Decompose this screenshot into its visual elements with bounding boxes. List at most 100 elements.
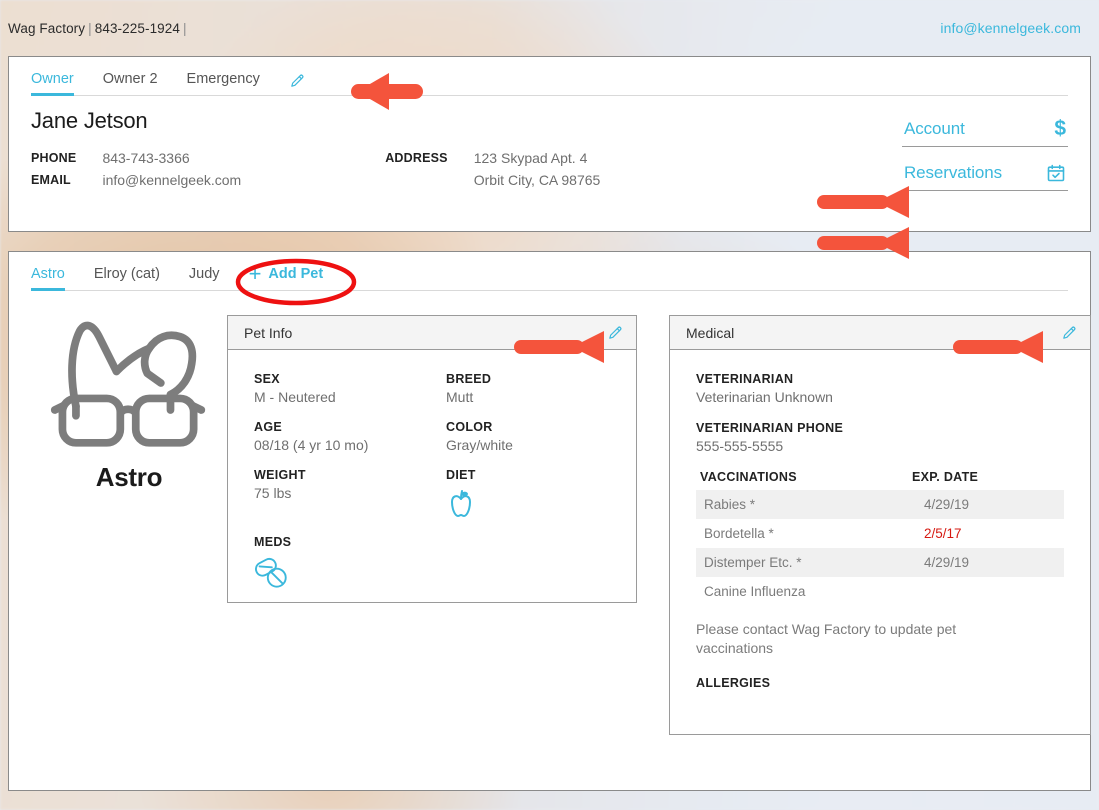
vet-phone-value: 555-555-5555 — [696, 438, 784, 454]
vaccination-name: Rabies * — [696, 490, 916, 519]
add-pet-label: Add Pet — [268, 266, 324, 282]
tab-owner[interactable]: Owner — [31, 71, 74, 96]
pet-info-age: AGE 08/18 (4 yr 10 mo) — [254, 420, 446, 453]
breed-label: BREED — [446, 372, 492, 386]
pet-tabstrip: Astro Elroy (cat) Judy + Add Pet — [9, 252, 1090, 291]
table-row: Distemper Etc. * 4/29/19 — [696, 548, 1064, 577]
pet-avatar-column: Astro — [31, 315, 227, 735]
color-value: Gray/white — [446, 437, 513, 453]
exp-date-label: EXP. DATE — [912, 470, 979, 484]
veterinarian-label: VETERINARIAN — [696, 372, 794, 386]
address-line-1: 123 Skypad Apt. 4 — [473, 150, 588, 166]
pet-info-weight: WEIGHT 75 lbs — [254, 468, 446, 520]
meds-label: MEDS — [254, 535, 292, 549]
owner-address-values: 123 Skypad Apt. 4 Orbit City, CA 98765 — [474, 147, 601, 191]
tab-pet-elroy[interactable]: Elroy (cat) — [94, 266, 160, 291]
pet-info-diet: DIET — [446, 468, 610, 520]
address-line-2: Orbit City, CA 98765 — [473, 172, 601, 188]
age-value: 08/18 (4 yr 10 mo) — [254, 437, 369, 453]
weight-value: 75 lbs — [254, 485, 292, 501]
pet-info-title: Pet Info — [244, 324, 293, 341]
weight-label: WEIGHT — [254, 468, 306, 482]
vaccination-name: Distemper Etc. * — [696, 548, 916, 577]
pet-info-header: Pet Info — [228, 316, 636, 350]
breed-value: Mutt — [446, 389, 474, 405]
pet-info-body: SEX M - Neutered BREED Mutt AGE 08/18 (4… — [228, 350, 636, 609]
account-link[interactable]: Account $ — [902, 114, 1068, 147]
pet-info-breed: BREED Mutt — [446, 372, 610, 405]
owner-address-column: ADDRESS 123 Skypad Apt. 4 Orbit City, CA… — [385, 147, 600, 191]
veterinarian-block: VETERINARIAN Veterinarian Unknown — [696, 372, 1064, 405]
tab-pet-judy[interactable]: Judy — [189, 266, 220, 291]
business-phone: 843-225-1924 — [94, 20, 181, 36]
apple-icon — [446, 485, 610, 520]
owner-tabstrip: Owner Owner 2 Emergency — [9, 57, 1090, 96]
pet-body: Astro Pet Info SEX M - Neutered BREED Mu… — [9, 291, 1091, 735]
pet-info-panel: Pet Info SEX M - Neutered BREED Mutt AGE… — [227, 315, 637, 603]
vaccination-name: Bordetella * — [704, 526, 774, 541]
app-root: Wag Factory | 843-225-1924 | info@kennelgee… — [0, 0, 1099, 791]
email-value: info@kennelgeek.com — [102, 172, 242, 188]
vet-phone-label: VETERINARIAN PHONE — [696, 421, 844, 435]
dog-with-glasses-icon — [50, 321, 206, 447]
sex-label: SEX — [254, 372, 280, 386]
medical-title: Medical — [686, 324, 735, 341]
calendar-check-icon — [1046, 163, 1066, 183]
pet-card: Astro Elroy (cat) Judy + Add Pet Astro P… — [8, 251, 1091, 791]
vaccination-exp-date: 4/29/19 — [916, 548, 1064, 577]
brand-separator-2: | — [183, 20, 187, 36]
allergies-label: ALLERGIES — [696, 676, 771, 690]
table-row: Bordetella * 2/5/17 — [696, 519, 1064, 548]
owner-edit-pencil[interactable] — [289, 72, 306, 96]
vaccination-name: Canine Influenza — [704, 584, 806, 599]
reservations-link[interactable]: Reservations — [902, 159, 1068, 191]
diet-label: DIET — [446, 468, 476, 482]
pet-info-sex: SEX M - Neutered — [254, 372, 446, 405]
owner-address-labels: ADDRESS — [385, 147, 448, 191]
owner-contact-labels: PHONE EMAIL — [31, 147, 76, 191]
vet-phone-block: VETERINARIAN PHONE 555-555-5555 — [696, 421, 1064, 454]
owner-contact-values: 843-743-3366 info@kennelgeek.com — [102, 147, 241, 191]
tab-emergency[interactable]: Emergency — [187, 71, 260, 96]
medical-edit-pencil[interactable] — [1061, 324, 1078, 341]
reservations-link-label: Reservations — [904, 163, 1003, 182]
tab-pet-astro[interactable]: Astro — [31, 266, 65, 291]
vaccination-exp-date — [916, 577, 1064, 606]
pet-info-meds: MEDS — [254, 535, 446, 589]
pet-info-grid: SEX M - Neutered BREED Mutt AGE 08/18 (4… — [254, 372, 610, 589]
tab-owner-2[interactable]: Owner 2 — [103, 71, 158, 96]
sex-value: M - Neutered — [254, 389, 336, 405]
color-label: COLOR — [446, 420, 493, 434]
pet-name: Astro — [95, 462, 163, 492]
pet-info-edit-pencil[interactable] — [607, 324, 624, 341]
table-row: Rabies * 4/29/19 — [696, 490, 1064, 519]
vaccination-exp-date: 4/29/19 — [916, 490, 1064, 519]
vaccinations-table: Rabies * 4/29/19 Bordetella * 2/5/17 Dis… — [696, 490, 1064, 606]
phone-value: 843-743-3366 — [102, 150, 190, 166]
medical-header: Medical — [670, 316, 1090, 350]
brand-separator-1: | — [88, 20, 92, 36]
owner-contact-column: PHONE EMAIL 843-743-3366 info@kennelgeek… — [31, 147, 241, 191]
email-label: EMAIL — [31, 173, 71, 187]
medical-body: VETERINARIAN Veterinarian Unknown VETERI… — [670, 350, 1090, 713]
vaccination-update-note: Please contact Wag Factory to update pet… — [696, 621, 957, 656]
pet-info-color: COLOR Gray/white — [446, 420, 610, 453]
owner-quick-links: Account $ Reservations — [902, 114, 1068, 191]
pills-icon — [254, 552, 446, 589]
medical-panel: Medical VETERINARIAN Veterinarian Unknow… — [669, 315, 1091, 735]
vaccinations-table-header: VACCINATIONS EXP. DATE — [696, 470, 1064, 490]
age-label: AGE — [254, 420, 282, 434]
top-bar: Wag Factory | 843-225-1924 | info@kennelgee… — [0, 0, 1099, 56]
vaccination-exp-date-expired: 2/5/17 — [924, 526, 962, 541]
dollar-sign-icon: $ — [1054, 117, 1066, 140]
plus-icon: + — [248, 261, 262, 286]
owner-details: Jane Jetson PHONE EMAIL 843-743-3366 inf… — [9, 96, 1090, 191]
owner-card: Owner Owner 2 Emergency Jane Jetson PHON… — [8, 56, 1091, 259]
business-identity: Wag Factory | 843-225-1924 | — [8, 21, 190, 36]
business-name: Wag Factory — [8, 20, 86, 36]
vaccinations-label: VACCINATIONS — [700, 470, 797, 484]
business-email-link[interactable]: info@kennelgeek.com — [940, 20, 1081, 36]
veterinarian-value: Veterinarian Unknown — [696, 389, 833, 405]
add-pet-button[interactable]: + Add Pet — [248, 261, 324, 291]
account-link-label: Account — [904, 118, 965, 138]
